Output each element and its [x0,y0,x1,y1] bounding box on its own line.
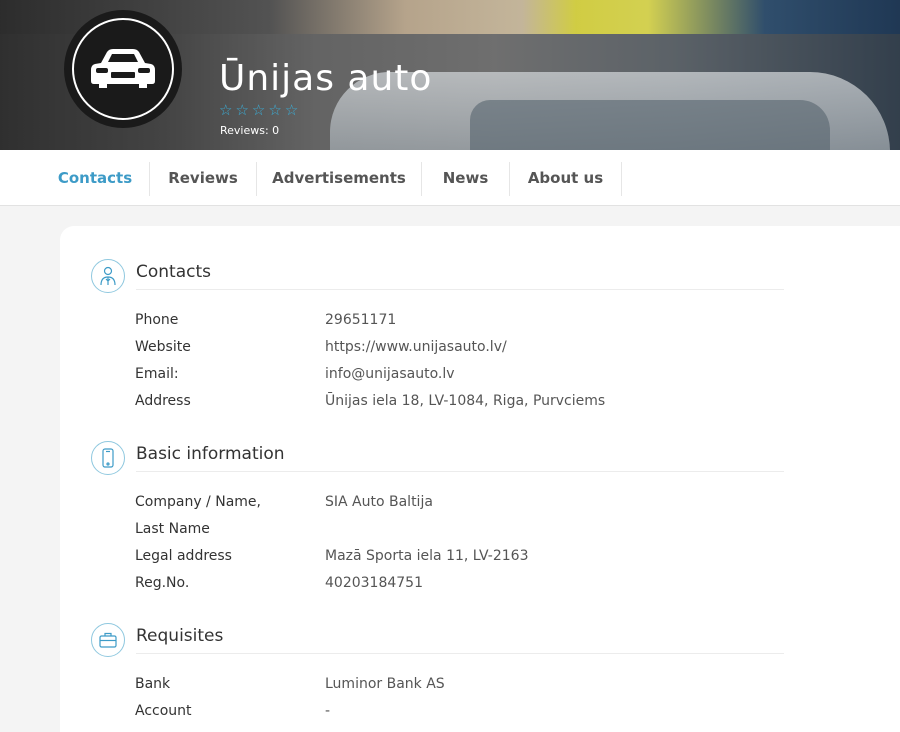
info-label: Reg.No. [135,575,190,591]
requisite-label: Account [135,703,192,719]
section-title-basic-information: Basic information [136,444,285,464]
company-name-value: SIA Auto Baltija [325,494,433,510]
tab-reviews[interactable]: Reviews [150,150,256,206]
info-label: Legal address [135,548,232,564]
bank-value: Luminor Bank AS [325,676,445,692]
account-value: - [325,703,331,719]
contact-info-card [60,226,900,732]
profile-tabs: Contacts Reviews Advertisements News Abo… [0,150,900,206]
rating-stars[interactable]: ☆ ☆ ☆ ☆ ☆ [219,103,298,118]
section-title-requisites: Requisites [136,626,224,646]
tab-contacts[interactable]: Contacts [42,150,148,206]
contact-label: Address [135,393,191,409]
reg-no-value: 40203184751 [325,575,423,591]
website-link[interactable]: https://www.unijasauto.lv/ [325,339,507,355]
info-label: Company / Name, [135,494,261,510]
star-icon[interactable]: ☆ [235,103,248,118]
reviews-count: Reviews: 0 [220,124,280,137]
person-icon [91,259,125,293]
company-name: Ūnijas auto [219,58,433,99]
tab-advertisements[interactable]: Advertisements [257,150,421,206]
star-icon[interactable]: ☆ [268,103,281,118]
info-label: Last Name [135,521,210,537]
legal-address-value: Mazā Sporta iela 11, LV-2163 [325,548,529,564]
address-value: Ūnijas iela 18, LV-1084, Riga, Purvciems [325,393,606,409]
header-banner: Ūnijas auto ☆ ☆ ☆ ☆ ☆ Reviews: 0 [0,0,900,150]
tab-news[interactable]: News [422,150,509,206]
requisite-label: Bank [135,676,171,692]
star-icon[interactable]: ☆ [252,103,265,118]
tab-about-us[interactable]: About us [510,150,621,206]
contact-label: Website [135,339,191,355]
phone-value[interactable]: 29651171 [325,312,396,328]
star-icon[interactable]: ☆ [219,103,232,118]
phone-icon [91,441,125,475]
briefcase-icon [91,623,125,657]
email-link[interactable]: info@unijasauto.lv [325,366,455,382]
star-icon[interactable]: ☆ [285,103,298,118]
contact-label: Phone [135,312,179,328]
car-logo-icon [72,18,174,120]
contact-label: Email: [135,366,179,382]
section-title-contacts: Contacts [136,262,211,282]
